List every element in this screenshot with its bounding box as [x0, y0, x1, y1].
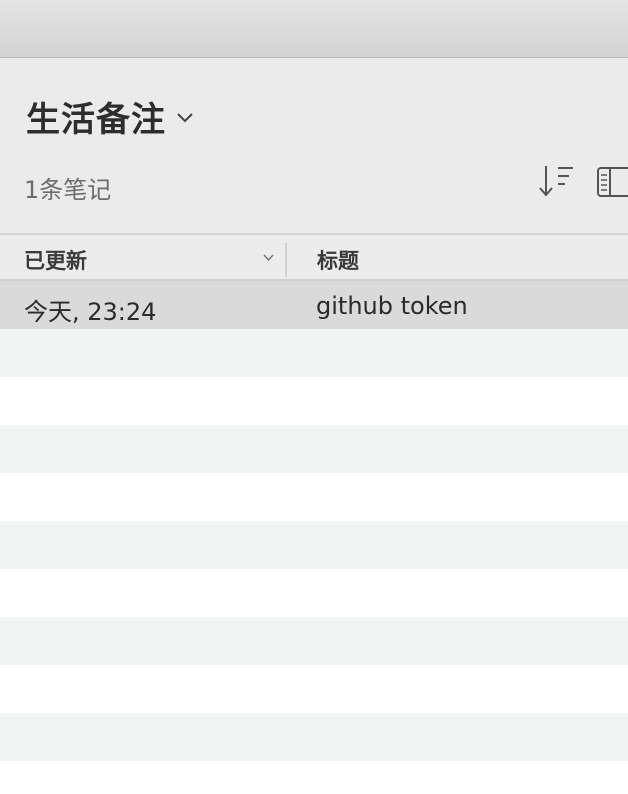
empty-row: [0, 761, 628, 794]
empty-row: [0, 665, 628, 713]
note-title-cell: github token: [316, 292, 468, 320]
empty-row: [0, 329, 628, 377]
chevron-down-icon: [177, 112, 193, 122]
column-updated-label: 已更新: [24, 249, 87, 273]
empty-row: [0, 569, 628, 617]
window-titlebar[interactable]: [0, 0, 628, 58]
column-title-label: 标题: [317, 249, 359, 273]
chevron-down-icon: [263, 254, 274, 261]
column-header-bar: 已更新 标题: [0, 233, 628, 281]
column-header-updated[interactable]: 已更新: [0, 235, 285, 279]
notebook-name: 生活备注: [26, 100, 166, 140]
list-view-icon[interactable]: [596, 166, 628, 198]
table-row[interactable]: 今天, 23:24 github token: [0, 281, 628, 329]
empty-row: [0, 713, 628, 761]
notebook-header: 生活备注 1条笔记: [0, 58, 628, 233]
empty-row: [0, 425, 628, 473]
empty-row: [0, 617, 628, 665]
empty-row: [0, 473, 628, 521]
notes-table: 今天, 23:24 github token: [0, 281, 628, 794]
note-updated-cell: 今天, 23:24: [24, 298, 157, 326]
empty-row: [0, 521, 628, 569]
notes-list-window: 生活备注 1条笔记 已更新 标题 今天, 23:24 github token: [0, 0, 628, 794]
note-count: 1条笔记: [24, 176, 112, 204]
sort-descending-icon[interactable]: [538, 163, 576, 199]
column-header-title[interactable]: 标题: [287, 235, 628, 279]
notebook-title-dropdown[interactable]: 生活备注: [26, 92, 194, 141]
empty-row: [0, 377, 628, 425]
